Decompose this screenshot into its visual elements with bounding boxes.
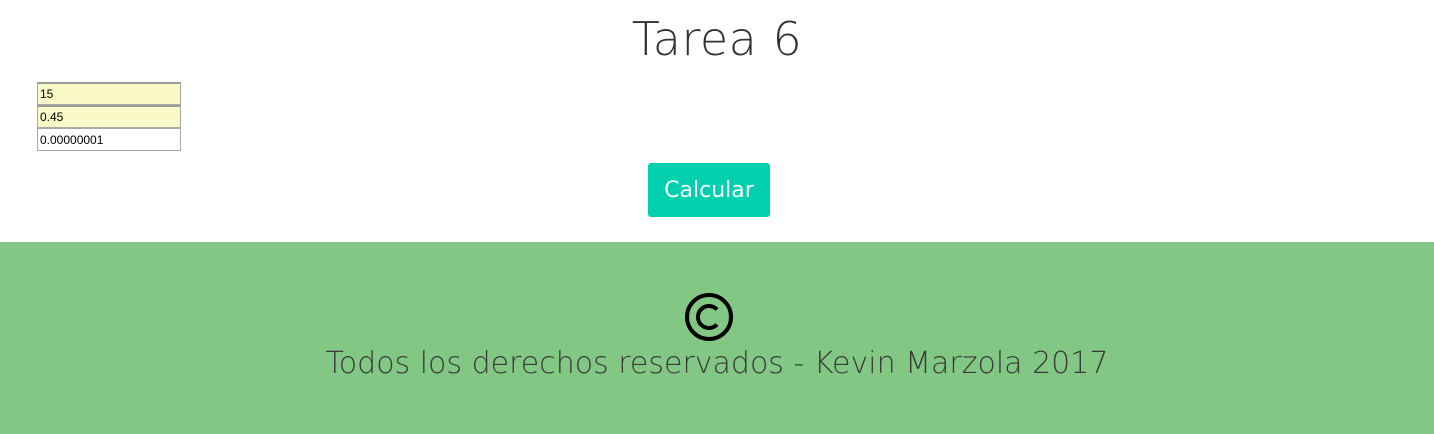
- number-input-1[interactable]: [37, 82, 181, 105]
- number-input-2[interactable]: [37, 105, 181, 128]
- input-group: [37, 82, 181, 151]
- calculate-button[interactable]: Calcular: [648, 163, 770, 217]
- footer: Todos los derechos reservados - Kevin Ma…: [0, 242, 1434, 434]
- tolerance-input[interactable]: [37, 128, 181, 151]
- footer-copyright-text: Todos los derechos reservados - Kevin Ma…: [325, 346, 1109, 381]
- page: Tarea 6 Calcular Todos los derechos rese…: [0, 0, 1434, 434]
- page-title: Tarea 6: [631, 12, 803, 66]
- copyright-icon: [684, 292, 734, 342]
